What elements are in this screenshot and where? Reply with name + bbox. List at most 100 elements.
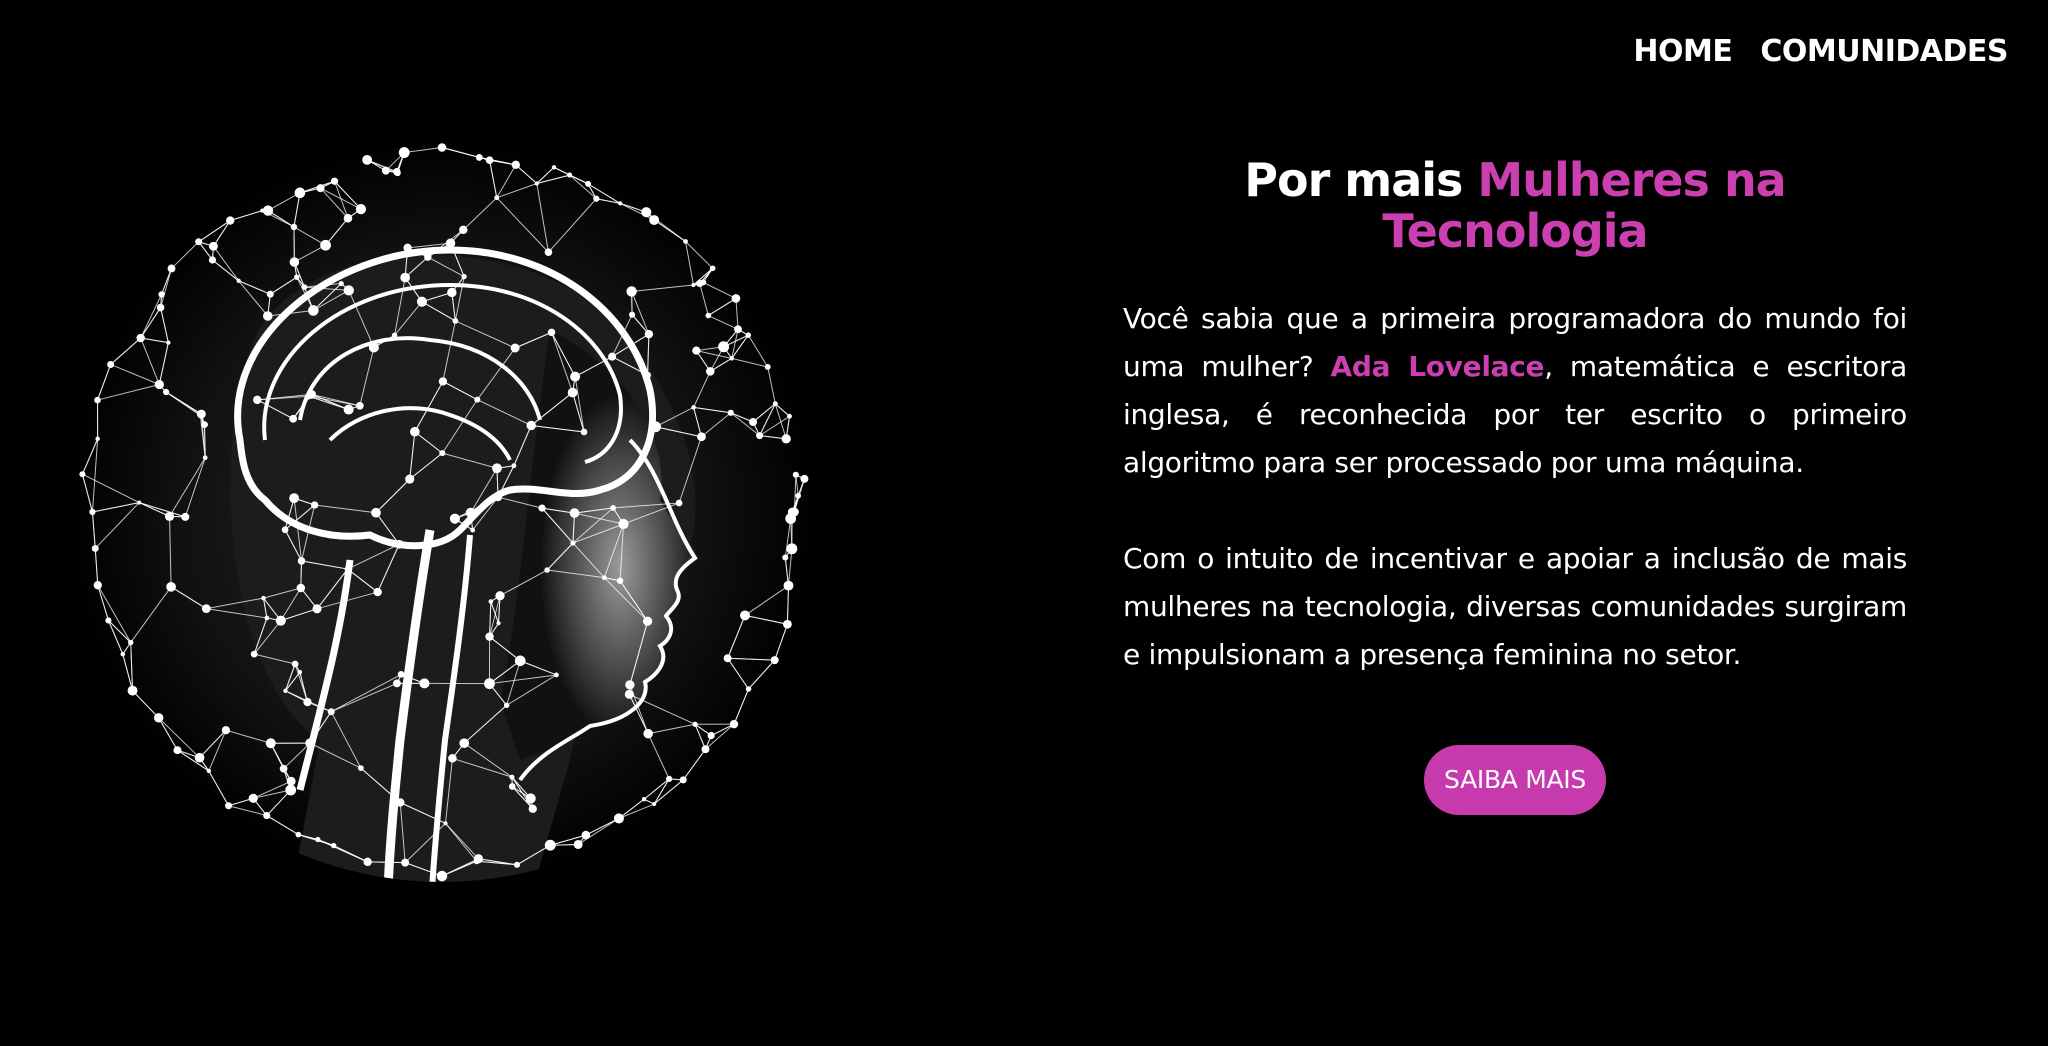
saiba-mais-button[interactable]: SAIBA MAIS bbox=[1424, 745, 1606, 815]
network-node bbox=[303, 697, 312, 707]
network-node bbox=[316, 184, 325, 193]
network-node bbox=[643, 728, 653, 739]
page-title: Por mais Mulheres na Tecnologia bbox=[1123, 155, 1907, 257]
network-node bbox=[79, 471, 86, 478]
network-node bbox=[488, 599, 494, 604]
network-node bbox=[513, 861, 521, 868]
network-node bbox=[692, 346, 701, 355]
network-node bbox=[173, 746, 182, 755]
network-node bbox=[569, 508, 580, 518]
network-node bbox=[764, 364, 771, 370]
network-node bbox=[629, 311, 636, 318]
network-node bbox=[723, 654, 732, 663]
network-node bbox=[580, 428, 588, 436]
brain-network-illustration bbox=[70, 140, 814, 884]
network-node bbox=[250, 650, 258, 658]
network-node bbox=[201, 421, 208, 429]
network-node bbox=[343, 404, 354, 415]
nav-comunidades-link[interactable]: COMUNIDADES bbox=[1760, 34, 2008, 69]
network-node bbox=[514, 655, 526, 667]
network-node bbox=[449, 513, 460, 524]
network-node bbox=[208, 256, 217, 264]
network-node bbox=[400, 272, 411, 283]
network-node bbox=[800, 474, 809, 483]
network-node bbox=[330, 842, 337, 849]
network-node bbox=[262, 205, 274, 216]
network-node bbox=[644, 329, 654, 339]
network-node bbox=[734, 325, 742, 334]
network-node bbox=[445, 238, 456, 248]
network-node bbox=[120, 651, 126, 657]
network-node bbox=[297, 557, 306, 565]
network-node bbox=[528, 804, 537, 813]
network-node bbox=[701, 745, 710, 754]
network-node bbox=[338, 280, 344, 287]
network-node bbox=[439, 450, 446, 457]
network-node bbox=[470, 527, 476, 533]
network-node bbox=[91, 544, 99, 552]
network-node bbox=[709, 265, 716, 272]
network-node bbox=[393, 679, 401, 688]
ada-lovelace-highlight: Ada Lovelace bbox=[1330, 350, 1545, 383]
nav-home-link[interactable]: HOME bbox=[1633, 34, 1732, 69]
network-node bbox=[253, 395, 262, 405]
network-node bbox=[312, 604, 322, 614]
network-node bbox=[95, 436, 100, 442]
network-node bbox=[128, 639, 134, 646]
network-node bbox=[729, 356, 734, 361]
network-node bbox=[195, 238, 203, 246]
network-node bbox=[397, 671, 405, 678]
network-node bbox=[202, 455, 208, 461]
network-node bbox=[162, 388, 170, 396]
network-node bbox=[641, 797, 647, 802]
network-node bbox=[544, 248, 553, 257]
network-node bbox=[343, 285, 354, 296]
top-nav: HOME COMUNIDADES bbox=[1633, 34, 2008, 69]
network-node bbox=[405, 474, 415, 484]
network-node bbox=[286, 776, 296, 786]
network-node bbox=[772, 401, 778, 407]
network-node bbox=[705, 312, 712, 319]
network-node bbox=[641, 207, 652, 218]
network-node bbox=[296, 583, 306, 593]
network-node bbox=[496, 621, 501, 626]
network-node bbox=[740, 610, 750, 621]
cta-container: SAIBA MAIS bbox=[1123, 745, 1907, 815]
network-node bbox=[679, 776, 687, 784]
network-node bbox=[275, 615, 286, 626]
network-node bbox=[279, 764, 288, 773]
network-node bbox=[642, 616, 653, 626]
network-node bbox=[371, 507, 381, 518]
network-node bbox=[697, 432, 706, 442]
network-node bbox=[613, 813, 624, 824]
network-node bbox=[209, 241, 218, 251]
network-node bbox=[786, 543, 798, 555]
network-node bbox=[291, 660, 299, 668]
network-node bbox=[508, 783, 516, 790]
network-node bbox=[616, 577, 624, 584]
network-node bbox=[437, 143, 447, 152]
network-node bbox=[94, 396, 101, 404]
network-node bbox=[789, 507, 799, 517]
network-node bbox=[570, 371, 581, 382]
network-node bbox=[265, 738, 276, 749]
network-node bbox=[683, 239, 688, 244]
network-node bbox=[330, 177, 339, 185]
network-node bbox=[581, 830, 591, 840]
network-node bbox=[511, 160, 520, 170]
network-node bbox=[608, 352, 617, 361]
network-node bbox=[727, 409, 734, 416]
network-node bbox=[729, 719, 739, 729]
network-node bbox=[158, 291, 165, 298]
network-node bbox=[262, 311, 273, 321]
network-node bbox=[362, 154, 373, 165]
network-node bbox=[459, 738, 470, 749]
network-node bbox=[289, 493, 300, 504]
network-node bbox=[297, 670, 303, 675]
network-node bbox=[691, 282, 696, 288]
network-node bbox=[665, 775, 673, 783]
network-node bbox=[355, 203, 367, 215]
network-node bbox=[509, 774, 515, 780]
network-node bbox=[503, 702, 510, 708]
network-node bbox=[226, 216, 235, 225]
